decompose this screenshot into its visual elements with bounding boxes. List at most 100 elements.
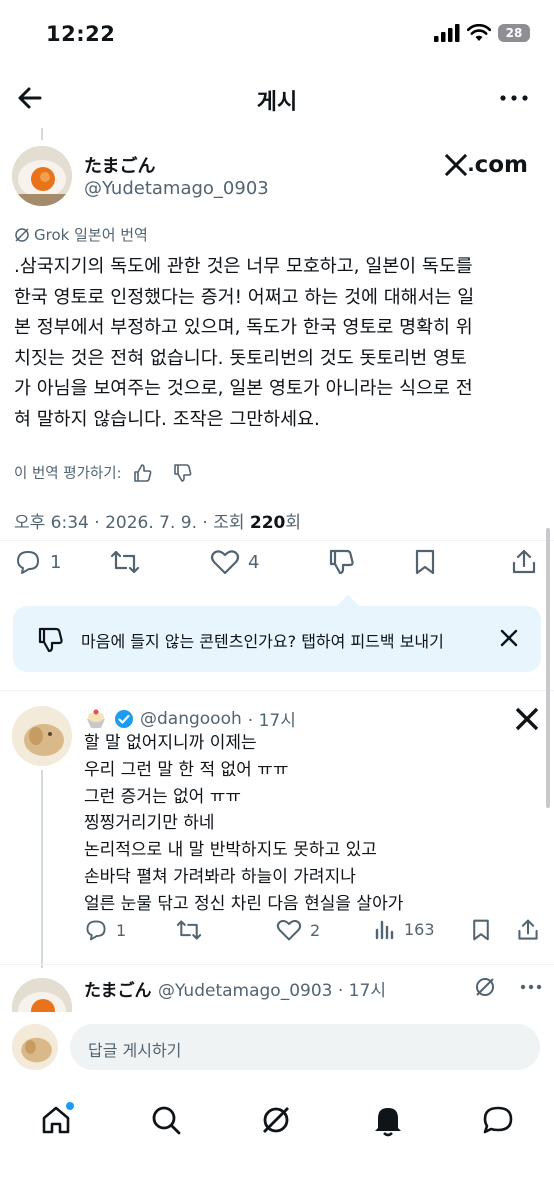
tab-home[interactable] — [36, 1100, 76, 1140]
grok-icon — [263, 1107, 289, 1133]
tab-search[interactable] — [146, 1100, 186, 1140]
more-options-icon[interactable] — [498, 84, 530, 112]
banner-caret — [336, 594, 360, 618]
signal-icon — [434, 24, 460, 42]
rate-translation-row: 이 번역 평가하기: — [14, 462, 193, 483]
reply-handle[interactable]: @dangoooh — [140, 709, 242, 729]
reply-share-button[interactable] — [516, 918, 540, 942]
verified-badge-icon — [115, 709, 133, 728]
thumbs-up-icon[interactable] — [133, 463, 153, 483]
share-icon — [512, 549, 536, 574]
translation-label-text: Grok 일본어 번역 — [34, 226, 148, 244]
reply-line: 우리 그런 말 한 적 없어 ㅠㅠ — [84, 759, 289, 780]
grok-icon — [15, 227, 29, 242]
thread-line — [41, 128, 43, 140]
repost-icon — [110, 550, 140, 574]
reply-icon — [86, 920, 106, 941]
post-line: 치짓는 것은 전혀 없습니다. 돗토리번의 것도 돗토리번 영토 — [14, 347, 467, 369]
more-options-icon[interactable] — [520, 984, 542, 990]
dislike-button[interactable] — [328, 548, 356, 576]
search-icon — [152, 1106, 181, 1135]
view-count: 220 — [249, 513, 286, 533]
notification-dot — [66, 1102, 74, 1110]
source-logo-text: com — [474, 152, 528, 178]
reply-repost-button[interactable] — [176, 918, 202, 942]
post-body: .삼국지기의 독도에 관한 것은 너무 모호하고, 일본이 독도를 한국 영토로… — [14, 252, 544, 435]
reply-body: 할 말 없어지니까 이제는 우리 그런 말 한 적 없어 ㅠㅠ 그런 증거는 없… — [84, 730, 403, 918]
post-line: 한국 영토로 인정했다는 증거! 어쩌고 하는 것에 대해서는 일 — [14, 286, 475, 308]
status-icons: 28 — [434, 24, 530, 42]
status-bar: 12:22 28 — [0, 0, 554, 70]
heart-icon — [276, 919, 302, 941]
close-icon[interactable] — [499, 628, 519, 648]
reply-line: 손바닥 펼쳐 가려봐라 하늘이 가려지나 — [84, 866, 356, 887]
bottom-tab-bar — [0, 1082, 554, 1200]
post-meta: 오후 6:34 · 2026. 7. 9. · 조회 220회 — [14, 508, 301, 533]
reply-icon — [17, 551, 39, 574]
repost-button[interactable] — [110, 548, 140, 576]
reply-count: 1 — [50, 551, 62, 573]
compose-avatar — [12, 1024, 58, 1070]
reply-line: 할 말 없어지니까 이제는 — [84, 733, 257, 753]
reply-like-count: 2 — [310, 920, 321, 940]
chat-bubble-icon — [483, 1106, 513, 1134]
divider — [0, 964, 554, 965]
reply-bookmark-button[interactable] — [470, 918, 492, 942]
source-logo[interactable]: . com — [445, 152, 528, 178]
reply-line: 그런 증거는 없어 ㅠㅠ — [84, 786, 241, 807]
divider — [0, 690, 554, 691]
thumbs-down-icon[interactable] — [173, 463, 193, 483]
bookmark-icon — [415, 549, 435, 575]
x-logo-icon — [445, 154, 468, 176]
rate-translation-label: 이 번역 평가하기: — [14, 466, 122, 482]
grok-icon[interactable] — [474, 976, 496, 998]
bookmark-icon — [473, 919, 489, 941]
author-handle[interactable]: @Yudetamago_0903 — [84, 178, 269, 199]
scrollbar[interactable] — [546, 528, 550, 808]
tab-notifications[interactable] — [368, 1100, 408, 1140]
thumbs-down-icon — [329, 549, 354, 575]
reply-views-button[interactable]: 163 — [374, 918, 435, 940]
reply-input[interactable]: 답글 게시하기 — [70, 1024, 540, 1070]
share-button[interactable] — [510, 548, 538, 576]
bookmark-button[interactable] — [412, 548, 438, 576]
x-logo-icon[interactable] — [514, 706, 540, 732]
author-avatar[interactable] — [12, 146, 72, 206]
reply-reply-button[interactable]: 1 — [84, 918, 126, 942]
repost-icon — [176, 920, 202, 940]
reply-button[interactable]: 1 — [14, 548, 61, 576]
view-suffix: 회 — [285, 513, 302, 533]
post-line: 가 아님을 보여주는 것으로, 일본 영토가 아니라는 식으로 전 — [14, 378, 473, 399]
feedback-text: 마음에 들지 않는 콘텐츠인가요? 탭하여 피드백 보내기 — [81, 632, 444, 651]
thumbs-down-icon — [38, 627, 63, 653]
reply-avatar[interactable] — [12, 706, 72, 766]
wifi-icon — [467, 24, 491, 41]
like-button[interactable]: 4 — [210, 548, 259, 576]
heart-icon — [210, 550, 240, 575]
share-icon — [518, 919, 538, 940]
dessert-emoji-icon — [87, 709, 105, 728]
reply-like-button[interactable]: 2 — [276, 918, 320, 942]
top-header: 게시 — [0, 72, 554, 124]
views-chart-icon — [375, 920, 394, 940]
reply-time: · 17시 — [247, 711, 296, 731]
battery-indicator: 28 — [498, 24, 530, 42]
post-actions: 1 4 — [0, 548, 554, 588]
cat-avatar-image — [12, 706, 72, 766]
status-time: 12:22 — [46, 22, 116, 46]
next-reply-handle-time: @Yudetamago_0903 · 17시 — [158, 981, 386, 1001]
next-reply-author[interactable]: たまごん — [84, 976, 152, 1001]
tab-messages[interactable] — [478, 1100, 518, 1140]
reply-line: 얼른 눈물 닦고 정신 차린 다음 현실을 살아가 — [84, 893, 404, 914]
feedback-banner[interactable]: 마음에 들지 않는 콘텐츠인가요? 탭하여 피드백 보내기 — [13, 594, 541, 672]
author-name[interactable]: たまごん — [84, 152, 155, 178]
reply-view-count: 163 — [404, 919, 435, 939]
cat-avatar-image — [12, 1024, 58, 1070]
post-line: 혀 말하지 않습니다. 조작은 그만하세요. — [14, 408, 320, 430]
reply-actions: 1 2 163 — [84, 918, 544, 946]
reply-compose-bar: 답글 게시하기 — [0, 1012, 554, 1082]
bell-icon — [375, 1108, 401, 1137]
page-title: 게시 — [256, 90, 298, 115]
tab-grok[interactable] — [256, 1100, 296, 1140]
reply-line: 찡찡거리기만 하네 — [84, 813, 215, 834]
